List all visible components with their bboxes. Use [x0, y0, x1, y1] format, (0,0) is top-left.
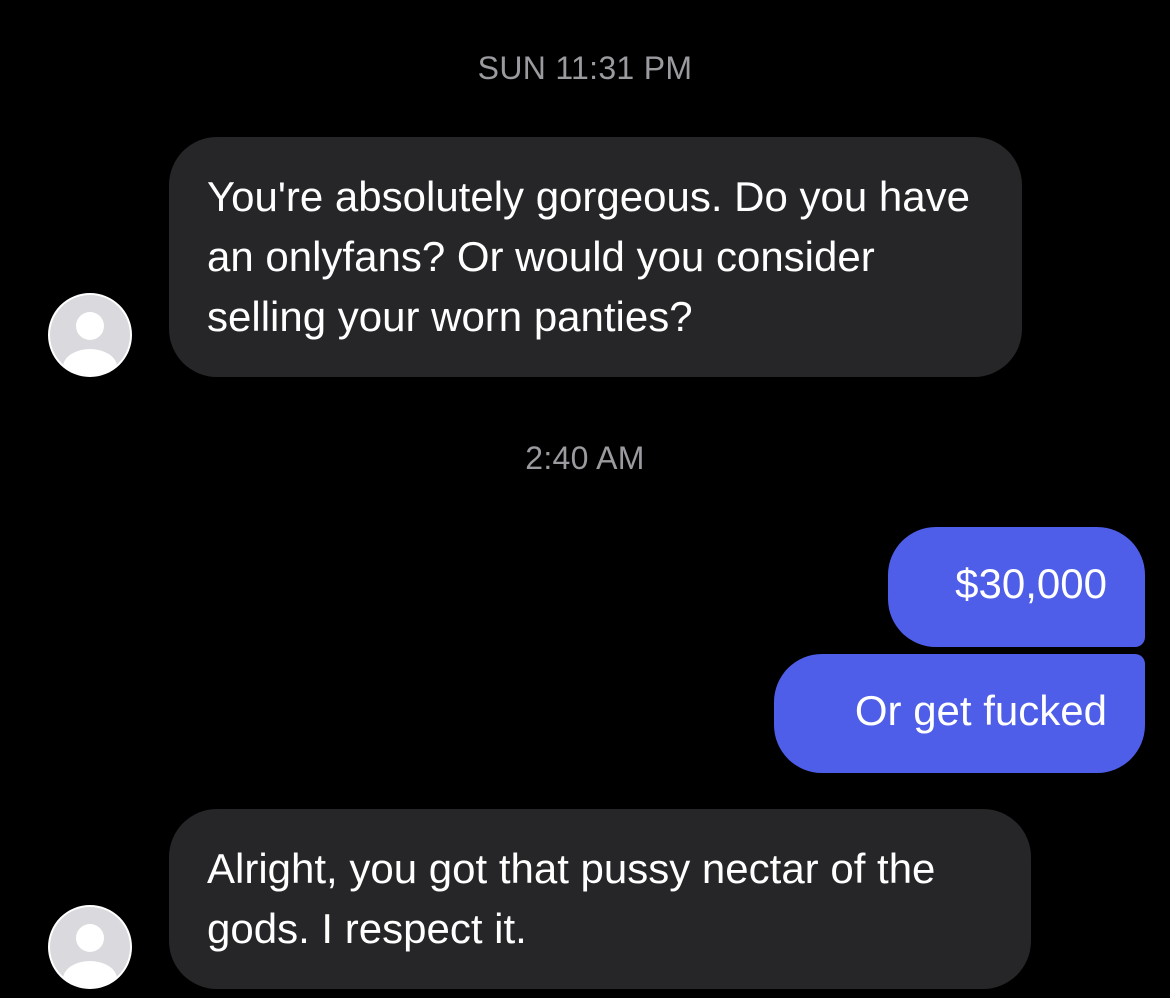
outgoing-message-bubble[interactable]: Or get fucked	[774, 654, 1145, 773]
timestamp: 2:40 AM	[525, 440, 645, 476]
default-profile-icon[interactable]	[48, 293, 132, 377]
incoming-message-bubble[interactable]: Alright, you got that pussy nectar of th…	[169, 809, 1031, 989]
outgoing-message-bubble[interactable]: $30,000	[888, 527, 1145, 647]
default-profile-icon[interactable]	[48, 905, 132, 989]
timestamp: SUN 11:31 PM	[477, 50, 693, 86]
message-thread[interactable]: SUN 11:31 PM You're absolutely gorgeous.…	[0, 0, 1170, 998]
incoming-message-bubble[interactable]: You're absolutely gorgeous. Do you have …	[169, 137, 1022, 377]
